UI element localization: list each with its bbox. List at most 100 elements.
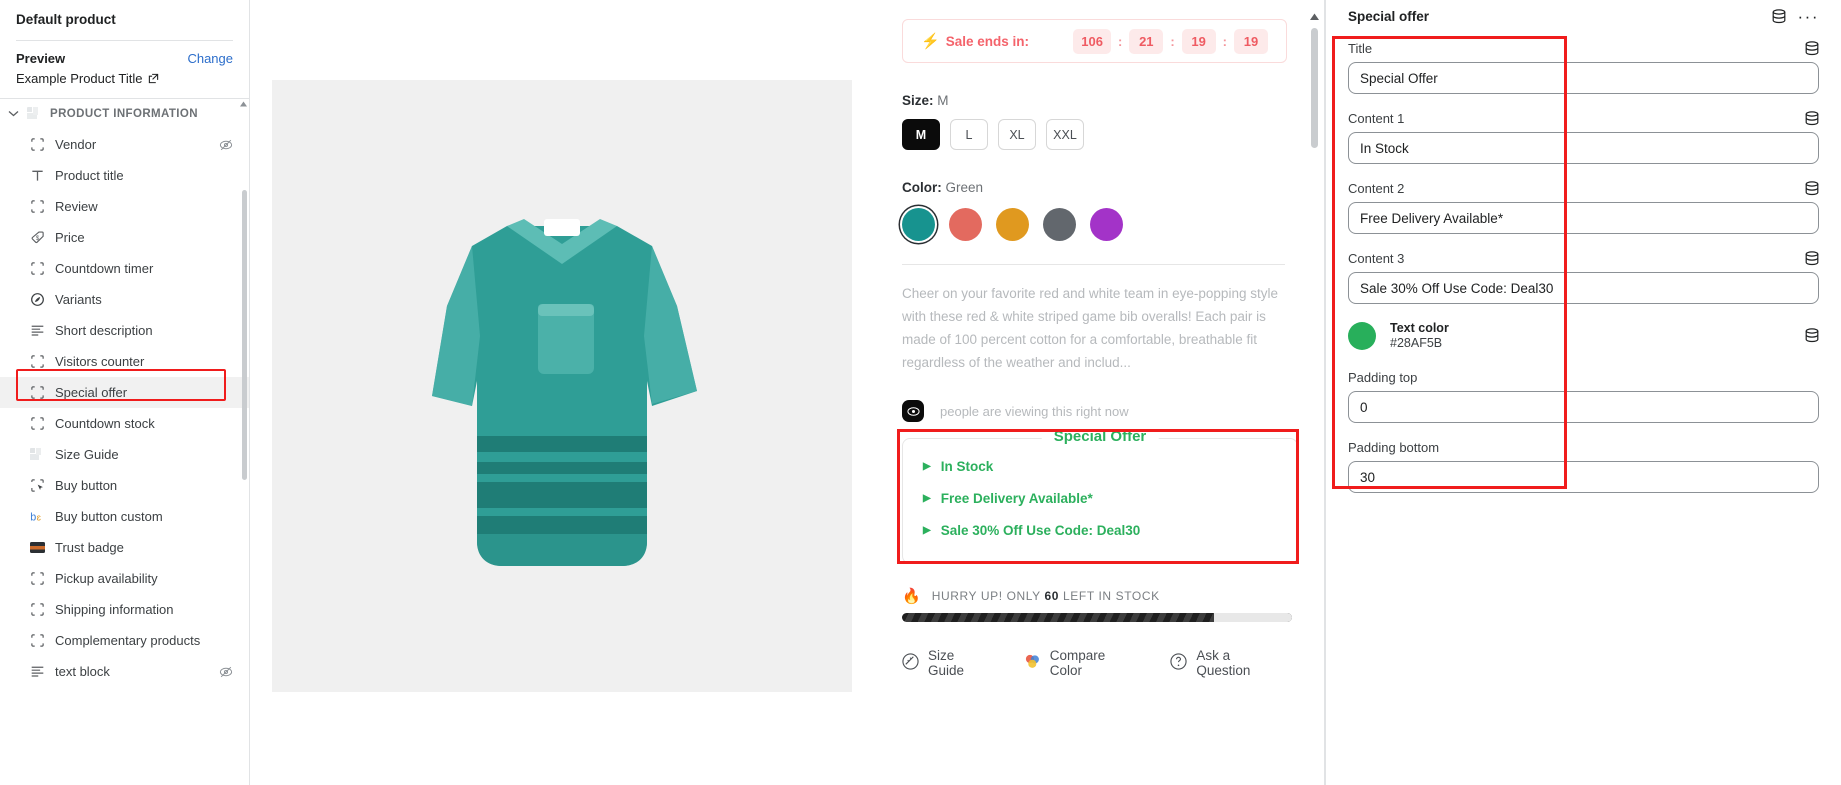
sidebar-item-trust-badge[interactable]: Trust badge xyxy=(0,532,249,563)
eye-off-icon[interactable] xyxy=(219,138,233,152)
special-offer-fieldset: Special Offer ▶ In Stock ▶ Free Delivery Av… xyxy=(902,428,1298,564)
image-thumb-icon xyxy=(27,107,43,121)
sidebar-item-complementary-products[interactable]: Complementary products xyxy=(0,625,249,656)
sidebar-item-visitors-counter[interactable]: Visitors counter xyxy=(0,346,249,377)
field-header: Content 1 xyxy=(1348,111,1819,126)
countdown-separator: : xyxy=(1170,33,1175,49)
footer-link-ask-a-question[interactable]: Ask a Question xyxy=(1170,648,1285,678)
sidebar-scrollbar[interactable] xyxy=(242,190,247,480)
size-option-label: Size: M xyxy=(902,93,1285,108)
preview-product-row[interactable]: Example Product Title xyxy=(16,71,233,86)
sidebar-item-label: Visitors counter xyxy=(55,354,145,369)
chevron-down-icon[interactable] xyxy=(8,109,20,120)
stock-prefix: HURRY UP! ONLY xyxy=(931,589,1041,603)
triangle-right-icon: ▶ xyxy=(923,493,931,504)
footer-link-compare-color[interactable]: Compare Color xyxy=(1024,648,1139,678)
footer-link-size-guide[interactable]: Size Guide xyxy=(902,648,992,678)
scroll-up-arrow-icon[interactable] xyxy=(239,96,248,107)
content-3-input[interactable] xyxy=(1348,272,1819,304)
triangle-right-icon: ▶ xyxy=(923,525,931,536)
title-input[interactable] xyxy=(1348,62,1819,94)
sidebar-item-short-description[interactable]: Short description xyxy=(0,315,249,346)
size-option-m[interactable]: M xyxy=(902,119,940,150)
sidebar-item-buy-button[interactable]: Buy button xyxy=(0,470,249,501)
field-content-1: Content 1 xyxy=(1348,111,1819,164)
product-footer-links: Size Guide Compare Color Ask a Question xyxy=(902,648,1285,678)
change-preview-link[interactable]: Change xyxy=(187,51,233,66)
eye-icon xyxy=(902,400,924,422)
size-option-xxl[interactable]: XXL xyxy=(1046,119,1084,150)
settings-panel: Special offer ··· Title Content 1 Conten… xyxy=(1325,0,1841,785)
text-lines-icon xyxy=(30,323,45,338)
countdown-unit: 19 xyxy=(1234,28,1268,54)
sidebar-item-label: Buy button xyxy=(55,478,118,493)
sidebar-item-pickup-availability[interactable]: Pickup availability xyxy=(0,563,249,594)
sidebar-item-variants[interactable]: Variants xyxy=(0,284,249,315)
special-offer-item: ▶ In Stock xyxy=(923,455,1277,479)
color-swatch-2[interactable] xyxy=(996,208,1029,241)
sidebar-item-label: Trust badge xyxy=(55,540,124,555)
content-2-input[interactable] xyxy=(1348,202,1819,234)
product-image-area xyxy=(272,0,852,785)
color-swatch-1[interactable] xyxy=(949,208,982,241)
sidebar-item-label: Countdown stock xyxy=(55,416,155,431)
color-swatch-3[interactable] xyxy=(1043,208,1076,241)
sidebar-item-label: Vendor xyxy=(55,137,97,152)
sidebar-item-review[interactable]: Review xyxy=(0,191,249,222)
color-swatch-4[interactable] xyxy=(1090,208,1123,241)
color-value: Green xyxy=(945,180,984,195)
placeholder-block-icon xyxy=(30,602,45,617)
field-header: Content 3 xyxy=(1348,251,1819,266)
sidebar-item-price[interactable]: $ Price xyxy=(0,222,249,253)
svg-text:ɛ: ɛ xyxy=(37,512,42,522)
price-tag-icon: $ xyxy=(30,230,45,245)
countdown-unit: 21 xyxy=(1129,28,1164,54)
color-swatch-preview[interactable] xyxy=(1348,321,1376,350)
footer-link-label: Compare Color xyxy=(1049,648,1106,678)
settings-panel-title: Special offer xyxy=(1348,9,1430,24)
database-icon[interactable] xyxy=(1805,181,1819,196)
image-thumb-icon xyxy=(30,447,45,462)
sidebar-item-special-offer[interactable]: Special offer xyxy=(0,377,249,408)
sidebar-item-buy-button-custom[interactable]: b ɛ Buy button custom xyxy=(0,501,249,532)
sidebar-item-text-block[interactable]: text block xyxy=(0,656,249,687)
sidebar-item-label: Product title xyxy=(55,168,124,183)
field-label: Content 1 xyxy=(1348,111,1405,126)
sidebar-item-size-guide[interactable]: Size Guide xyxy=(0,439,249,470)
special-offer-item: ▶ Free Delivery Available* xyxy=(923,487,1277,511)
database-icon[interactable] xyxy=(1805,251,1819,266)
sidebar-item-shipping-information[interactable]: Shipping information xyxy=(0,594,249,625)
database-icon[interactable] xyxy=(1805,111,1819,126)
content-1-input[interactable] xyxy=(1348,132,1819,164)
padding-top-input[interactable] xyxy=(1348,391,1819,423)
canvas-scroll-up-arrow-icon[interactable] xyxy=(1309,8,1320,20)
database-icon[interactable] xyxy=(1805,41,1819,56)
eye-off-icon[interactable] xyxy=(219,665,233,679)
more-options-icon[interactable]: ··· xyxy=(1798,8,1819,25)
visitors-counter-text: people are viewing this right now xyxy=(940,403,1129,419)
field-content-3: Content 3 xyxy=(1348,251,1819,304)
field-padding-top: Padding top xyxy=(1348,370,1819,423)
color-swatch-0[interactable] xyxy=(902,208,935,241)
external-link-icon[interactable] xyxy=(148,73,159,84)
text-lines-icon xyxy=(30,664,45,679)
database-icon[interactable] xyxy=(1772,9,1786,24)
padding-bottom-input[interactable] xyxy=(1348,461,1819,493)
cursor-button-icon xyxy=(30,478,45,493)
sidebar-item-label: Size Guide xyxy=(55,447,119,462)
size-option-l[interactable]: L xyxy=(950,119,988,150)
buy-custom-icon: b ɛ xyxy=(30,509,45,524)
canvas-scrollbar[interactable] xyxy=(1311,28,1318,148)
database-icon[interactable] xyxy=(1805,328,1819,343)
sidebar-group-product-information[interactable]: PRODUCT INFORMATION xyxy=(0,99,249,129)
special-offer-item-label: Free Delivery Available* xyxy=(940,491,1093,506)
size-option-xl[interactable]: XL xyxy=(998,119,1036,150)
field-header: Content 2 xyxy=(1348,181,1819,196)
field-padding-bottom: Padding bottom xyxy=(1348,440,1819,493)
sidebar-item-label: Buy button custom xyxy=(55,509,163,524)
sidebar-item-product-title[interactable]: Product title xyxy=(0,160,249,191)
sidebar-item-vendor[interactable]: Vendor xyxy=(0,129,249,160)
sidebar-item-countdown-timer[interactable]: Countdown timer xyxy=(0,253,249,284)
settings-panel-body: Title Content 1 Content 2 Content 3 Text… xyxy=(1326,33,1841,493)
sidebar-item-countdown-stock[interactable]: Countdown stock xyxy=(0,408,249,439)
